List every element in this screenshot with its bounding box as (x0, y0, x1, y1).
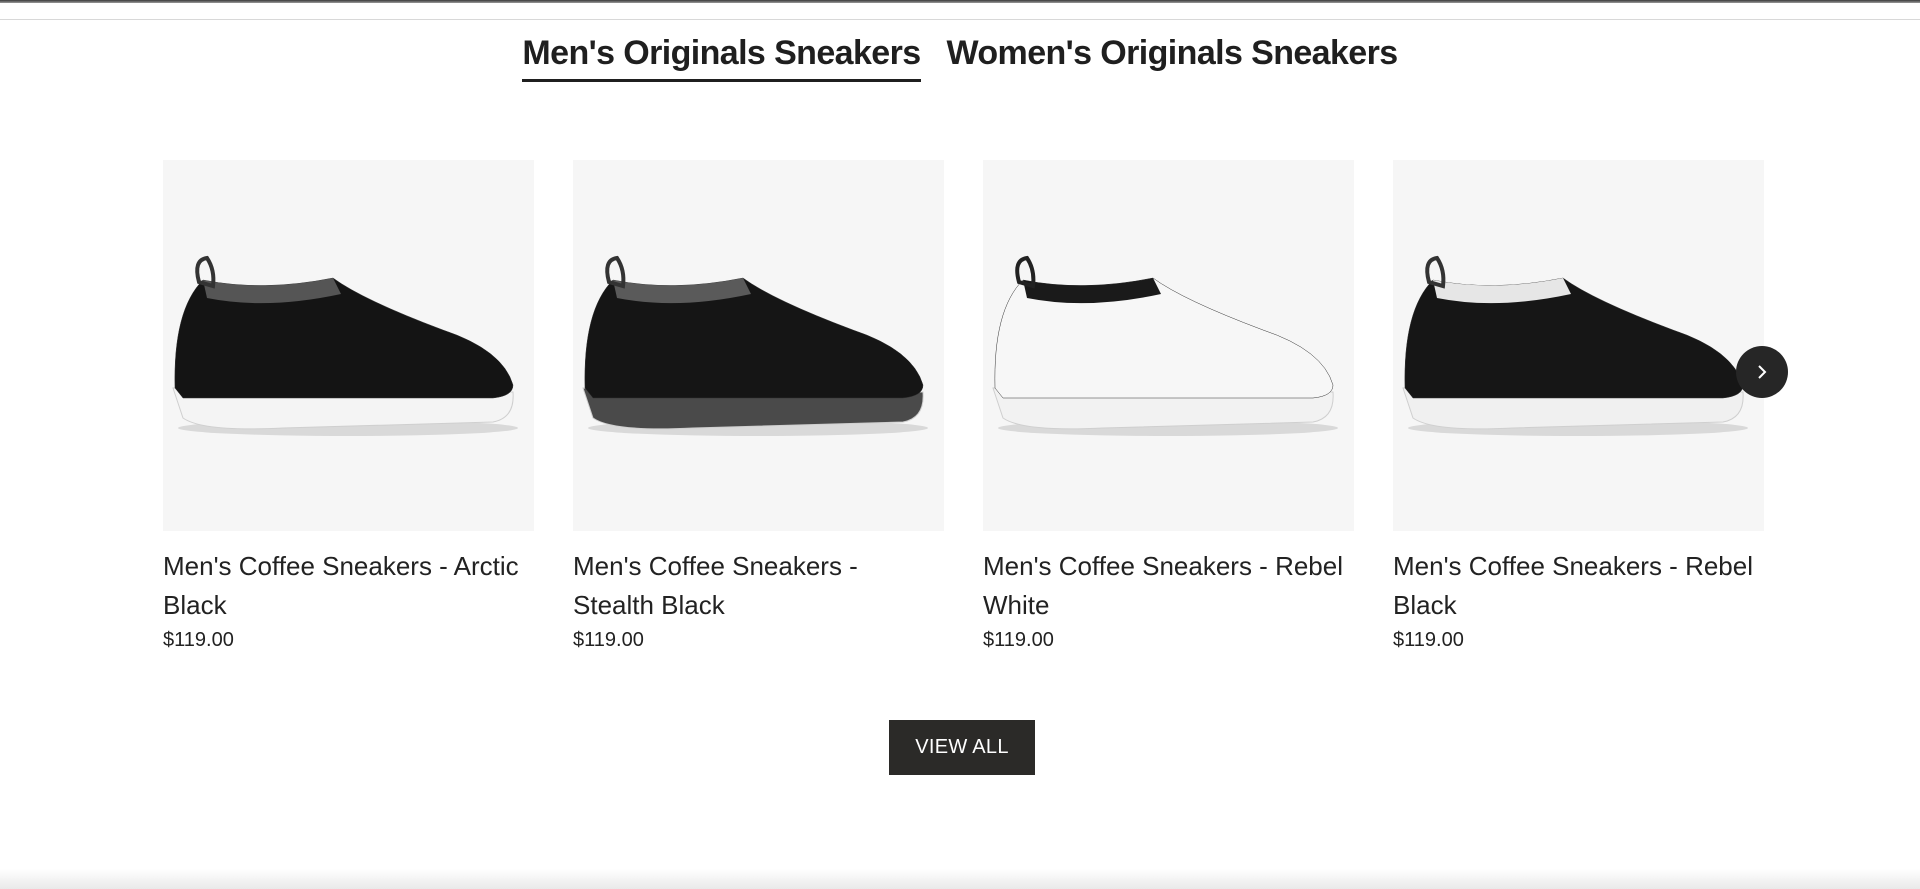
product-price: $119.00 (983, 629, 1054, 651)
product-price: $119.00 (573, 629, 644, 651)
product-card: Men's Coffee Sneakers - Arctic Black $11… (163, 160, 534, 652)
product-title[interactable]: Men's Coffee Sneakers - Rebel Black (1393, 547, 1764, 625)
tab-mens-originals[interactable]: Men's Originals Sneakers (522, 30, 921, 82)
product-card: Men's Coffee Sneakers - Rebel Black $119… (1393, 160, 1764, 652)
header-shadow (0, 0, 1920, 3)
product-title[interactable]: Men's Coffee Sneakers - Rebel White (983, 547, 1354, 625)
product-image[interactable] (573, 160, 944, 531)
product-title[interactable]: Men's Coffee Sneakers - Stealth Black (573, 547, 944, 625)
product-image[interactable] (1393, 160, 1764, 531)
product-price: $119.00 (1393, 629, 1464, 651)
collection-tabs: Men's Originals Sneakers Women's Origina… (0, 30, 1920, 82)
footer-shadow (0, 869, 1920, 889)
divider (0, 19, 1920, 20)
view-all-button[interactable]: VIEW ALL (889, 720, 1035, 775)
product-title[interactable]: Men's Coffee Sneakers - Arctic Black (163, 547, 534, 625)
tab-womens-originals[interactable]: Women's Originals Sneakers (947, 30, 1399, 82)
carousel-next-button[interactable] (1736, 346, 1788, 398)
sneaker-icon (992, 255, 1338, 436)
chevron-right-icon (1758, 365, 1767, 379)
product-card: Men's Coffee Sneakers - Rebel White $119… (983, 160, 1354, 652)
product-price: $119.00 (163, 629, 234, 651)
product-image[interactable] (983, 160, 1354, 531)
sneaker-icon (582, 255, 928, 436)
sneaker-icon (1402, 255, 1748, 436)
product-card: Men's Coffee Sneakers - Stealth Black $1… (573, 160, 944, 652)
product-image[interactable] (163, 160, 534, 531)
sneaker-icon (172, 255, 518, 436)
